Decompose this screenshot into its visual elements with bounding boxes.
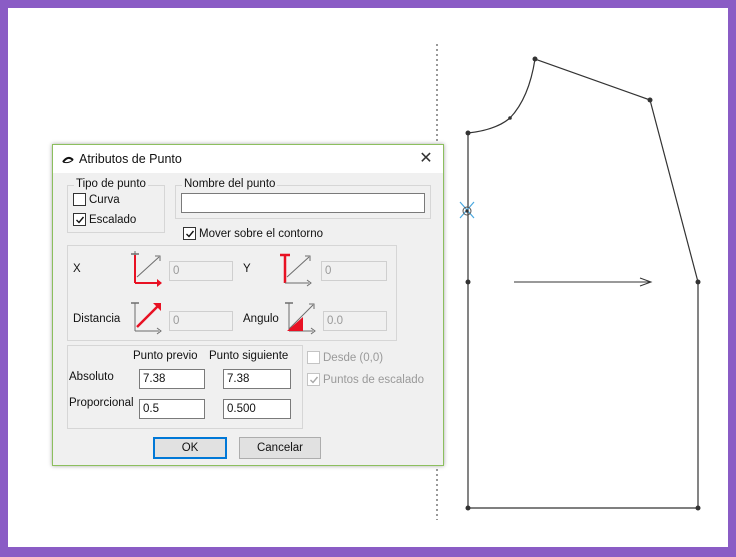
x-label: X (73, 263, 81, 275)
checkmark-icon (185, 230, 194, 238)
point-attributes-icon (61, 154, 75, 168)
absoluto-siguiente-input[interactable]: 7.38 (223, 369, 291, 389)
curva-checkbox[interactable]: Curva (73, 193, 120, 206)
punto-siguiente-header: Punto siguiente (209, 350, 289, 362)
dialog-title: Atributos de Punto (79, 152, 182, 166)
proporcional-label: Proporcional (69, 397, 134, 409)
proporcional-siguiente-input[interactable]: 0.500 (223, 399, 291, 419)
escalado-label: Escalado (89, 213, 137, 226)
desde-checkbox-box[interactable] (307, 351, 320, 364)
pattern-point[interactable] (695, 505, 701, 511)
angulo-label: Angulo (243, 313, 279, 325)
checkmark-icon (309, 376, 318, 384)
pattern-point[interactable] (695, 279, 701, 285)
pattern-point[interactable] (508, 116, 512, 120)
pattern-outline (467, 58, 699, 509)
distancia-label: Distancia (73, 313, 121, 325)
punto-previo-header: Punto previo (133, 350, 198, 362)
ok-button[interactable]: OK (153, 437, 227, 459)
nombre-del-punto-legend: Nombre del punto (182, 178, 278, 190)
y-axis-icon[interactable] (279, 251, 315, 290)
pattern-point[interactable] (465, 130, 471, 136)
tipo-de-punto-legend: Tipo de punto (74, 178, 148, 190)
distancia-input[interactable]: 0 (169, 311, 233, 331)
mover-sobre-contorno-label: Mover sobre el contorno (199, 227, 324, 240)
close-button[interactable]: ✕ (415, 148, 437, 170)
dialog-titlebar[interactable]: Atributos de Punto ✕ (53, 145, 443, 173)
absoluto-previo-input[interactable]: 7.38 (139, 369, 205, 389)
y-input[interactable]: 0 (321, 261, 387, 281)
curva-checkbox-box[interactable] (73, 193, 86, 206)
pattern-point[interactable] (532, 56, 538, 62)
y-label: Y (243, 263, 251, 275)
cancel-button[interactable]: Cancelar (239, 437, 321, 459)
escalado-checkbox-box[interactable] (73, 213, 86, 226)
drawing-canvas[interactable]: Atributos de Punto ✕ Tipo de punto Curva… (8, 8, 728, 547)
x-input[interactable]: 0 (169, 261, 233, 281)
checkmark-icon (75, 216, 84, 224)
distance-icon[interactable] (129, 299, 165, 338)
desde-label: Desde (0,0) (323, 351, 384, 364)
pattern-point[interactable] (465, 505, 471, 511)
curva-label: Curva (89, 193, 120, 206)
desde-origen-checkbox[interactable]: Desde (0,0) (307, 351, 383, 364)
puntos-de-escalado-label: Puntos de escalado (323, 373, 425, 386)
puntos-de-escalado-checkbox[interactable]: Puntos de escalado (307, 373, 424, 386)
x-axis-icon[interactable] (129, 251, 165, 290)
angle-icon[interactable] (283, 299, 319, 338)
pattern-point[interactable] (465, 279, 471, 285)
absoluto-label: Absoluto (69, 371, 114, 383)
selected-point-marker[interactable] (459, 201, 475, 219)
puntos-escalado-checkbox-box[interactable] (307, 373, 320, 386)
nombre-del-punto-input[interactable] (181, 193, 425, 213)
proporcional-previo-input[interactable]: 0.5 (139, 399, 205, 419)
mover-checkbox-box[interactable] (183, 227, 196, 240)
angulo-input[interactable]: 0.0 (323, 311, 387, 331)
mover-sobre-contorno-checkbox[interactable]: Mover sobre el contorno (183, 227, 323, 240)
point-attributes-dialog: Atributos de Punto ✕ Tipo de punto Curva… (52, 144, 444, 466)
escalado-checkbox[interactable]: Escalado (73, 213, 136, 226)
pattern-point[interactable] (647, 97, 653, 103)
